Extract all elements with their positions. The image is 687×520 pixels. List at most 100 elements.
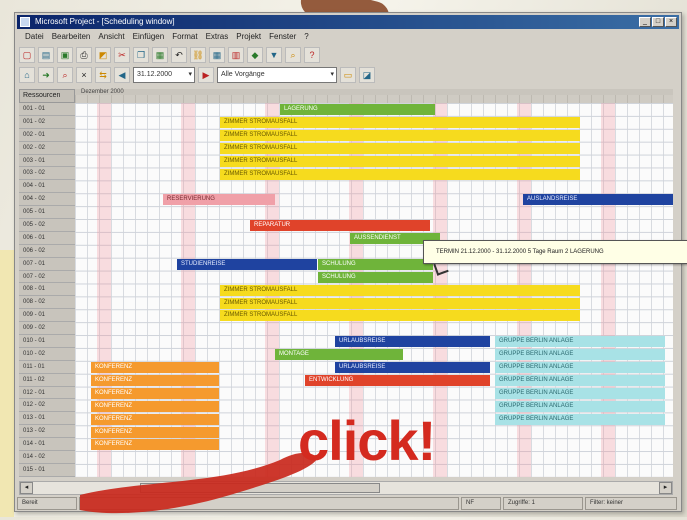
appointment-bar[interactable]: SCHULUNG bbox=[318, 271, 433, 283]
link-icon[interactable]: ⛓ bbox=[190, 47, 206, 63]
search-icon[interactable]: ⌕ bbox=[57, 67, 73, 83]
resource-row-label[interactable]: 014 - 01 bbox=[19, 438, 75, 452]
appointment-bar[interactable]: ZIMMER STROMAUSFALL bbox=[220, 142, 580, 154]
resource-row-label[interactable]: 003 - 01 bbox=[19, 154, 75, 168]
new-icon[interactable]: ▢ bbox=[19, 47, 35, 63]
appointment-bar[interactable]: GRUPPE BERLIN ANLAGE bbox=[495, 362, 665, 373]
appointment-bar[interactable]: KONFERENZ bbox=[91, 413, 219, 425]
appointment-bar[interactable]: ZIMMER STROMAUSFALL bbox=[220, 155, 580, 167]
resource-row-label[interactable]: 005 - 01 bbox=[19, 206, 75, 220]
home-icon[interactable]: ⌂ bbox=[19, 67, 35, 83]
appointment-bar[interactable]: AUSLANDSREISE bbox=[523, 194, 673, 206]
scroll-left-icon[interactable]: ◂ bbox=[20, 482, 33, 494]
menu-help[interactable]: ? bbox=[304, 31, 308, 43]
appointment-bar[interactable]: GRUPPE BERLIN ANLAGE bbox=[495, 374, 665, 386]
appointment-bar[interactable]: GRUPPE BERLIN ANLAGE bbox=[495, 387, 665, 399]
appointment-bar[interactable]: KONFERENZ bbox=[91, 374, 219, 386]
resource-row-label[interactable]: 014 - 02 bbox=[19, 451, 75, 464]
move-icon[interactable]: ⇆ bbox=[95, 67, 111, 83]
copy-icon[interactable]: ❐ bbox=[133, 47, 149, 63]
filter-select[interactable]: Alle Vorgänge bbox=[217, 67, 337, 83]
resource-row-label[interactable]: 009 - 01 bbox=[19, 309, 75, 323]
calendar-icon[interactable]: ▦ bbox=[209, 47, 225, 63]
appointment-bar[interactable]: SCHULUNG bbox=[318, 258, 433, 270]
resource-row-label[interactable]: 011 - 01 bbox=[19, 360, 75, 374]
minimize-button[interactable]: _ bbox=[639, 17, 651, 27]
appointment-bar[interactable]: GRUPPE BERLIN ANLAGE bbox=[495, 400, 665, 412]
appointment-bar[interactable]: GRUPPE BERLIN ANLAGE bbox=[495, 413, 665, 425]
back-icon[interactable]: ◀ bbox=[114, 67, 130, 83]
appointment-bar[interactable]: ZIMMER STROMAUSFALL bbox=[220, 297, 580, 309]
filter-icon[interactable]: ▼ bbox=[266, 47, 282, 63]
menu-project[interactable]: Projekt bbox=[236, 31, 261, 43]
close-button[interactable]: × bbox=[665, 17, 677, 27]
chart-icon[interactable]: ▥ bbox=[228, 47, 244, 63]
menu-edit[interactable]: Bearbeiten bbox=[52, 31, 91, 43]
appointment-bar[interactable]: GRUPPE BERLIN ANLAGE bbox=[495, 349, 665, 361]
resource-row-label[interactable]: 004 - 01 bbox=[19, 180, 75, 194]
cut-icon[interactable]: ✂ bbox=[114, 47, 130, 63]
save-icon[interactable]: ▣ bbox=[57, 47, 73, 63]
appointment-bar[interactable]: ZIMMER STROMAUSFALL bbox=[220, 116, 580, 128]
resource-row-label[interactable]: 010 - 01 bbox=[19, 335, 75, 348]
open-icon[interactable]: ▤ bbox=[38, 47, 54, 63]
appointment-bar[interactable]: URLAUBSREISE bbox=[335, 362, 490, 373]
preview-icon[interactable]: ◩ bbox=[95, 47, 111, 63]
zoom-icon[interactable]: ⌕ bbox=[285, 47, 301, 63]
appointment-bar[interactable]: KONFERENZ bbox=[91, 400, 219, 412]
scroll-right-icon[interactable]: ▸ bbox=[659, 482, 672, 494]
appointment-bar[interactable]: ZIMMER STROMAUSFALL bbox=[220, 284, 580, 296]
resource-row-label[interactable]: 006 - 02 bbox=[19, 244, 75, 258]
resource-row-label[interactable]: 001 - 01 bbox=[19, 103, 75, 116]
resource-row-label[interactable]: 012 - 01 bbox=[19, 386, 75, 400]
menu-insert[interactable]: Einfügen bbox=[133, 31, 165, 43]
resource-row-label[interactable]: 007 - 01 bbox=[19, 257, 75, 271]
appointment-bar[interactable]: ZIMMER STROMAUSFALL bbox=[220, 168, 580, 180]
maximize-button[interactable]: □ bbox=[652, 17, 664, 27]
appointment-bar[interactable]: LAGERUNG bbox=[280, 104, 435, 115]
resource-row-label[interactable]: 008 - 01 bbox=[19, 283, 75, 297]
date-select[interactable]: 31.12.2000 bbox=[133, 67, 195, 83]
appointment-bar[interactable]: MONTAGE bbox=[275, 349, 403, 361]
appointment-bar[interactable]: KONFERENZ bbox=[91, 362, 219, 373]
resource-row-label[interactable]: 003 - 02 bbox=[19, 167, 75, 181]
appointment-bar[interactable]: KONFERENZ bbox=[91, 426, 219, 438]
menu-view[interactable]: Ansicht bbox=[98, 31, 124, 43]
resource-row-label[interactable]: 002 - 02 bbox=[19, 141, 75, 155]
export-icon[interactable]: ◪ bbox=[359, 67, 375, 83]
appointment-bar[interactable]: STUDIENREISE bbox=[177, 258, 317, 270]
resource-row-label[interactable]: 013 - 02 bbox=[19, 425, 75, 439]
resource-row-label[interactable]: 001 - 02 bbox=[19, 115, 75, 129]
menu-window[interactable]: Fenster bbox=[269, 31, 296, 43]
appointment-bar[interactable]: REPARATUR bbox=[250, 220, 430, 232]
appointment-bar[interactable]: KONFERENZ bbox=[91, 387, 219, 399]
resource-row-label[interactable]: 005 - 02 bbox=[19, 219, 75, 232]
appointment-bar[interactable]: RESERVIERUNG bbox=[163, 194, 275, 206]
print-icon[interactable]: ⎙ bbox=[76, 47, 92, 63]
resource-row-label[interactable]: 010 - 02 bbox=[19, 347, 75, 361]
resource-row-label[interactable]: 015 - 01 bbox=[19, 463, 75, 477]
menu-file[interactable]: Datei bbox=[25, 31, 44, 43]
resource-row-label[interactable]: 012 - 02 bbox=[19, 399, 75, 413]
menu-tools[interactable]: Extras bbox=[206, 31, 229, 43]
resource-row-label[interactable]: 013 - 01 bbox=[19, 412, 75, 426]
folder-icon[interactable]: ▭ bbox=[340, 67, 356, 83]
resource-row-label[interactable]: 004 - 02 bbox=[19, 193, 75, 207]
close-doc-icon[interactable]: × bbox=[76, 67, 92, 83]
resource-icon[interactable]: ◆ bbox=[247, 47, 263, 63]
undo-icon[interactable]: ↶ bbox=[171, 47, 187, 63]
appointment-bar[interactable]: GRUPPE BERLIN ANLAGE bbox=[495, 336, 665, 348]
appointment-bar[interactable]: ENTWICKLUNG bbox=[305, 374, 490, 386]
forward-icon[interactable]: ▶ bbox=[198, 67, 214, 83]
paste-icon[interactable]: ▦ bbox=[152, 47, 168, 63]
resource-row-label[interactable]: 007 - 02 bbox=[19, 270, 75, 284]
resource-row-label[interactable]: 008 - 02 bbox=[19, 296, 75, 310]
resource-column-header[interactable]: Ressourcen bbox=[19, 89, 75, 103]
resource-row-label[interactable]: 011 - 02 bbox=[19, 373, 75, 387]
goto-icon[interactable]: ➜ bbox=[38, 67, 54, 83]
resource-row-label[interactable]: 009 - 02 bbox=[19, 322, 75, 336]
appointment-bar[interactable]: ZIMMER STROMAUSFALL bbox=[220, 310, 580, 322]
help-icon[interactable]: ? bbox=[304, 47, 320, 63]
menu-format[interactable]: Format bbox=[172, 31, 197, 43]
resource-row-label[interactable]: 006 - 01 bbox=[19, 231, 75, 245]
